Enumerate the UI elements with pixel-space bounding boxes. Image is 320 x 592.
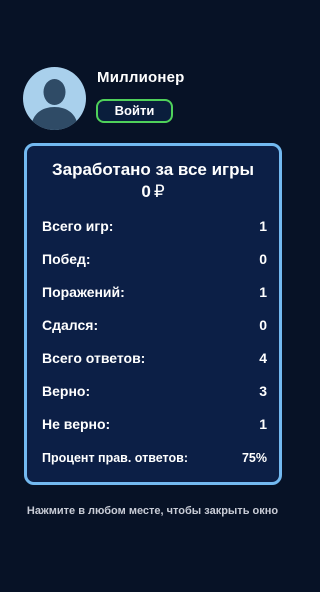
stats-title: Заработано за все игры — [51, 160, 255, 179]
stat-label: Верно: — [42, 383, 91, 399]
stats-overlay[interactable]: Миллионер Войти Заработано за все игры 0… — [0, 0, 305, 592]
earned-amount: 0 — [141, 182, 151, 201]
stat-label: Всего игр: — [42, 218, 114, 234]
user-silhouette-icon — [31, 79, 78, 130]
stat-label: Побед: — [42, 251, 91, 267]
stat-row-total-games: Всего игр: 1 — [42, 218, 267, 238]
stat-label: Всего ответов: — [42, 350, 146, 366]
avatar — [23, 67, 86, 130]
stat-value: 3 — [259, 383, 267, 399]
stat-label: Сдался: — [42, 317, 99, 333]
stat-value: 1 — [259, 284, 267, 300]
stat-value: 0 — [259, 251, 267, 267]
stat-value: 1 — [259, 218, 267, 234]
stat-row-correct: Верно: 3 — [42, 383, 267, 403]
stat-value: 1 — [259, 416, 267, 432]
close-hint: Нажмите в любом месте, чтобы закрыть окн… — [26, 505, 279, 517]
stat-row-total-answers: Всего ответов: 4 — [42, 350, 267, 370]
stat-label: Не верно: — [42, 416, 111, 432]
stat-value: 0 — [259, 317, 267, 333]
stat-row-losses: Поражений: 1 — [42, 284, 267, 304]
stat-label: Процент прав. ответов: — [42, 451, 188, 465]
player-name: Миллионер — [97, 69, 185, 86]
login-button[interactable]: Войти — [96, 99, 173, 123]
stat-value: 4 — [259, 350, 267, 366]
stats-card: Заработано за все игры 0 ₽ Всего игр: 1 П… — [24, 143, 282, 485]
stat-value: 75% — [241, 451, 267, 465]
earned-total: 0 ₽ — [27, 182, 279, 202]
stat-row-wins: Побед: 0 — [42, 251, 267, 271]
stat-row-incorrect: Не верно: 1 — [42, 416, 267, 436]
stat-row-surrendered: Сдался: 0 — [42, 317, 267, 337]
stat-row-correct-percent: Процент прав. ответов: 75% — [42, 451, 267, 471]
currency-symbol: ₽ — [153, 182, 165, 202]
stat-label: Поражений: — [42, 284, 125, 300]
